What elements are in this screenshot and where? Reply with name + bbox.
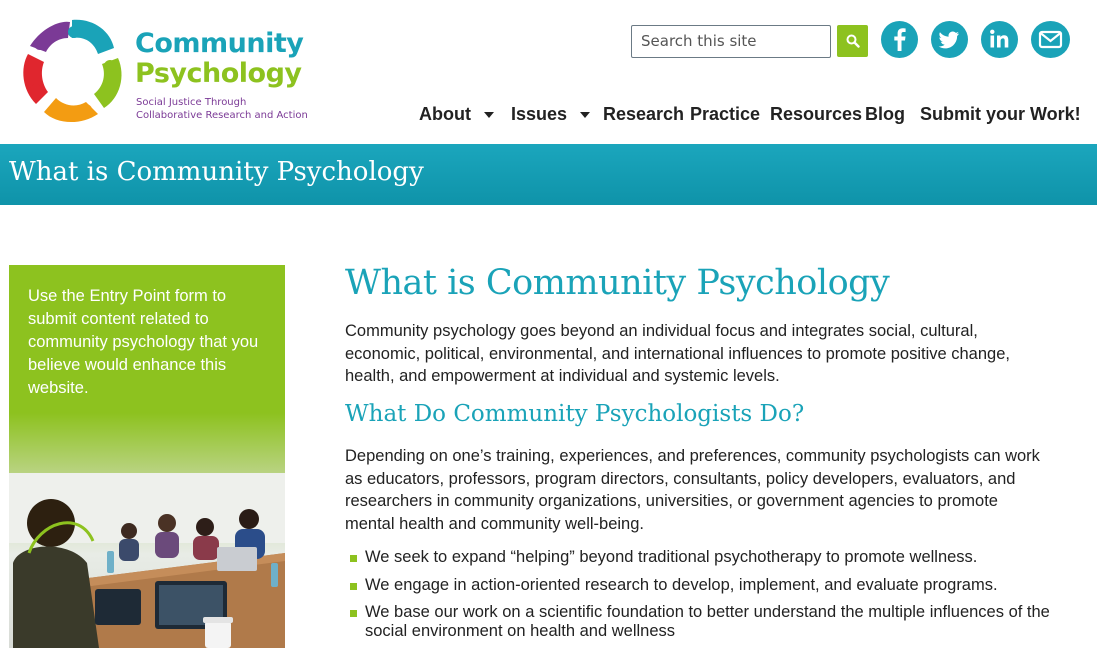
sub-heading: What Do Community Psychologists Do?: [345, 401, 805, 427]
email-link[interactable]: [1031, 21, 1070, 58]
sidebar-entry-point-panel[interactable]: Use the Entry Point form to submit conte…: [9, 265, 285, 648]
logo-tagline-line1: Social Justice Through: [136, 97, 247, 108]
caret-down-icon: [580, 111, 591, 118]
list-item: We seek to expand “helping” beyond tradi…: [350, 548, 1050, 567]
nav-item-label: About: [419, 104, 471, 124]
site-header: Community Psychology Social Justice Thro…: [0, 0, 1097, 144]
caret-down-icon: [483, 111, 494, 118]
nav-item-about[interactable]: About: [419, 104, 494, 125]
list-item: We base our work on a scientific foundat…: [350, 603, 1050, 641]
list-item-text: We base our work on a scientific foundat…: [365, 603, 1050, 640]
nav-item-research[interactable]: Research: [603, 104, 684, 125]
meeting-photo: [9, 413, 285, 648]
main-heading: What is Community Psychology: [345, 263, 890, 303]
twitter-link[interactable]: [931, 21, 968, 58]
nav-item-label: Issues: [511, 104, 568, 124]
banner-title: What is Community Psychology: [9, 157, 424, 187]
square-bullet-icon: [350, 582, 357, 590]
nav-item-practice[interactable]: Practice: [690, 104, 760, 125]
search-icon: [846, 34, 860, 48]
nav-item-label: Resources: [770, 104, 863, 124]
nav-item-issues[interactable]: Issues: [511, 104, 591, 125]
nav-item-label: Practice: [690, 104, 761, 124]
square-bullet-icon: [350, 555, 357, 562]
logo-word-community: Community: [135, 28, 304, 59]
sidebar-text: Use the Entry Point form to submit conte…: [28, 287, 259, 397]
intro-paragraph: Community psychology goes beyond an indi…: [345, 322, 1010, 385]
nav-item-resources[interactable]: Resources: [770, 104, 862, 125]
facebook-link[interactable]: [881, 21, 918, 58]
linkedin-icon: [990, 29, 1009, 48]
body-paragraph: Depending on one’s training, experiences…: [345, 447, 1040, 533]
nav-item-label: Research: [603, 104, 685, 124]
logo-tagline-line2: Collaborative Research and Action: [136, 110, 308, 121]
twitter-icon: [938, 31, 959, 49]
site-logo[interactable]: Community Psychology Social Justice Thro…: [14, 14, 324, 129]
bullet-list: We seek to expand “helping” beyond tradi…: [350, 548, 1050, 648]
facebook-icon: [894, 28, 906, 51]
list-item-text: We seek to expand “helping” beyond tradi…: [365, 548, 978, 566]
search-button[interactable]: [837, 25, 868, 57]
nav-item-label: Submit your Work!: [920, 104, 1081, 124]
nav-item-blog[interactable]: Blog: [865, 104, 905, 125]
email-icon: [1038, 30, 1063, 49]
nav-item-submit-your-work[interactable]: Submit your Work!: [920, 104, 1081, 125]
linkedin-link[interactable]: [981, 21, 1018, 58]
logo-word-psychology: Psychology: [135, 58, 302, 89]
list-item-text: We engage in action-oriented research to…: [365, 575, 998, 594]
logo-pinwheel-icon: [23, 19, 122, 123]
square-bullet-icon: [350, 610, 357, 617]
list-item: We engage in action-oriented research to…: [350, 576, 1050, 595]
nav-item-label: Blog: [865, 104, 905, 124]
search-input[interactable]: Search this site: [631, 25, 831, 58]
